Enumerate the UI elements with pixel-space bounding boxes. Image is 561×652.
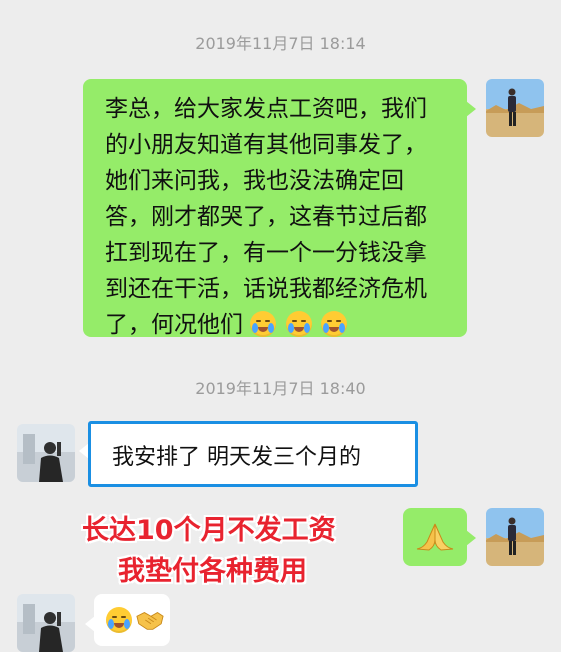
crying-face-icon	[285, 311, 312, 337]
outgoing-message-bubble[interactable]	[403, 508, 476, 566]
message-line: 她们来问我，我也没法确定回	[105, 168, 404, 194]
handshake-icon	[136, 611, 164, 630]
crying-face-icon	[106, 607, 132, 633]
timestamp: 2019年11月7日 18:40	[195, 379, 366, 398]
annotation-line: 我垫付各种费用	[118, 556, 307, 587]
avatar-photo-icon	[486, 79, 544, 137]
message-line: 到还在干活，话说我都经济危机	[105, 276, 427, 302]
message-text: 我安排了 明天发三个月的	[112, 445, 361, 470]
contact-avatar[interactable]	[17, 594, 75, 652]
incoming-message-bubble[interactable]: 我安排了 明天发三个月的	[79, 421, 418, 487]
crying-face-icon	[250, 311, 277, 337]
timestamp: 2019年11月7日 18:14	[195, 34, 366, 53]
message-line-text: 了，何况他们	[105, 312, 243, 338]
annotation-line: 长达10个月不发工资	[82, 515, 336, 546]
message-line: 扛到现在了，有一个一分钱没拿	[105, 240, 427, 266]
contact-avatar[interactable]	[17, 424, 75, 482]
incoming-message-bubble[interactable]	[85, 594, 170, 646]
avatar-photo-icon	[17, 594, 75, 652]
message-line: 了，何况他们	[105, 307, 455, 343]
avatar-photo-icon	[17, 424, 75, 482]
avatar-photo-icon	[486, 508, 544, 566]
self-avatar[interactable]	[486, 79, 544, 137]
outgoing-message-bubble[interactable]: 李总，给大家发点工资吧，我们 的小朋友知道有其他同事发了， 她们来问我，我也没法…	[83, 79, 476, 338]
message-line: 李总，给大家发点工资吧，我们	[105, 96, 427, 122]
message-line: 答，刚才都哭了，这春节过后都	[105, 204, 427, 230]
message-line: 的小朋友知道有其他同事发了，	[105, 132, 427, 158]
crying-face-icon	[320, 311, 347, 337]
pray-hands-icon	[416, 523, 454, 551]
self-avatar[interactable]	[486, 508, 544, 566]
